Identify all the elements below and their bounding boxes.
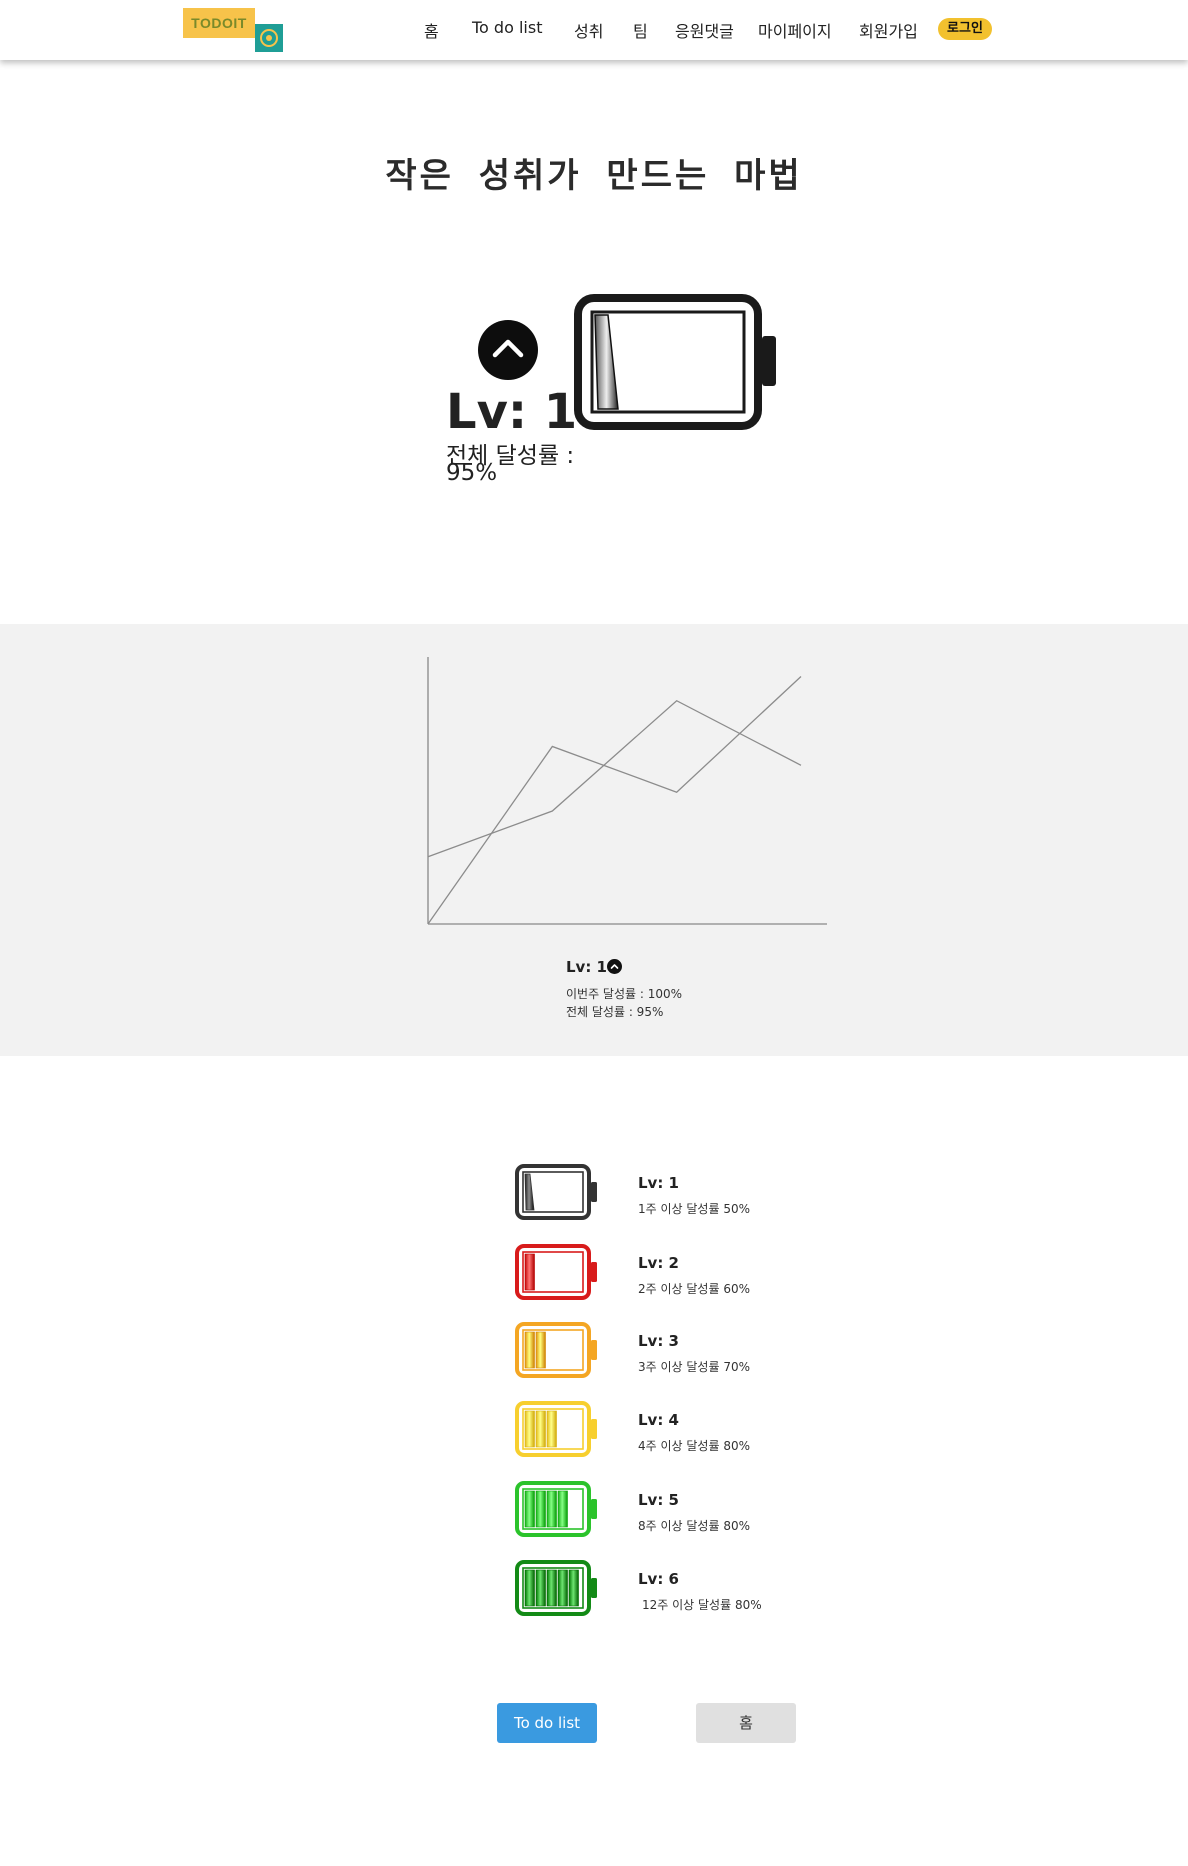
level-3-title: Lv: 3 bbox=[638, 1332, 679, 1350]
level-up-icon bbox=[478, 320, 538, 380]
level-1-title: Lv: 1 bbox=[638, 1174, 679, 1192]
total-rate-value: 95% bbox=[446, 460, 498, 486]
battery-level-1-icon bbox=[515, 1164, 597, 1220]
level-4-title: Lv: 4 bbox=[638, 1411, 679, 1429]
level-6-requirement: 12주 이상 달성률 80% bbox=[642, 1598, 762, 1612]
home-button[interactable]: 홈 bbox=[696, 1703, 796, 1743]
chart-series-line-1 bbox=[427, 676, 802, 925]
hero-level: Lv: 1 bbox=[446, 384, 578, 440]
chart-series-line-2 bbox=[427, 699, 802, 858]
level-5-requirement: 8주 이상 달성률 80% bbox=[638, 1519, 750, 1533]
battery-level-3-icon bbox=[515, 1322, 597, 1378]
nav-team[interactable]: 팀 bbox=[633, 18, 648, 42]
level-2-requirement: 2주 이상 달성률 60% bbox=[638, 1282, 750, 1296]
level-3-requirement: 3주 이상 달성률 70% bbox=[638, 1360, 750, 1374]
total-rate-text: 전체 달성률 : 95% bbox=[566, 1005, 664, 1019]
battery-level-2-icon bbox=[515, 1244, 597, 1300]
logo-badge-icon bbox=[255, 24, 283, 52]
battery-level-4-icon bbox=[515, 1401, 597, 1457]
nav-todo-list[interactable]: To do list bbox=[472, 18, 542, 37]
weekly-rate-text: 이번주 달성률 : 100% bbox=[566, 987, 683, 1001]
level-4-requirement: 4주 이상 달성률 80% bbox=[638, 1439, 750, 1453]
chart-level-label: Lv: 1 bbox=[566, 958, 607, 976]
level-6-title: Lv: 6 bbox=[638, 1570, 679, 1588]
battery-level-5-icon bbox=[515, 1481, 597, 1537]
todoit-logo[interactable]: TODOIT bbox=[183, 8, 285, 52]
battery-level-icon bbox=[574, 294, 776, 430]
page-title: 작은 성취가 만드는 마법 bbox=[385, 156, 803, 196]
level-5-title: Lv: 5 bbox=[638, 1491, 679, 1509]
top-navigation-bar: TODOIT 홈 To do list 성취 팀 응원댓글 마이페이지 회원가입… bbox=[0, 0, 1188, 60]
nav-cheer-comments[interactable]: 응원댓글 bbox=[675, 18, 734, 42]
nav-home[interactable]: 홈 bbox=[424, 18, 439, 42]
nav-mypage[interactable]: 마이페이지 bbox=[758, 18, 832, 42]
todo-list-button[interactable]: To do list bbox=[497, 1703, 597, 1743]
achievement-line-chart bbox=[427, 657, 827, 925]
nav-achievement[interactable]: 성취 bbox=[574, 18, 603, 42]
logo-text: TODOIT bbox=[183, 8, 255, 38]
level-1-requirement: 1주 이상 달성률 50% bbox=[638, 1202, 750, 1216]
chart-level-up-icon bbox=[607, 959, 622, 974]
battery-level-6-icon bbox=[515, 1560, 597, 1616]
nav-signup[interactable]: 회원가입 bbox=[859, 18, 918, 42]
login-button[interactable]: 로그인 bbox=[938, 18, 992, 40]
level-2-title: Lv: 2 bbox=[638, 1254, 679, 1272]
